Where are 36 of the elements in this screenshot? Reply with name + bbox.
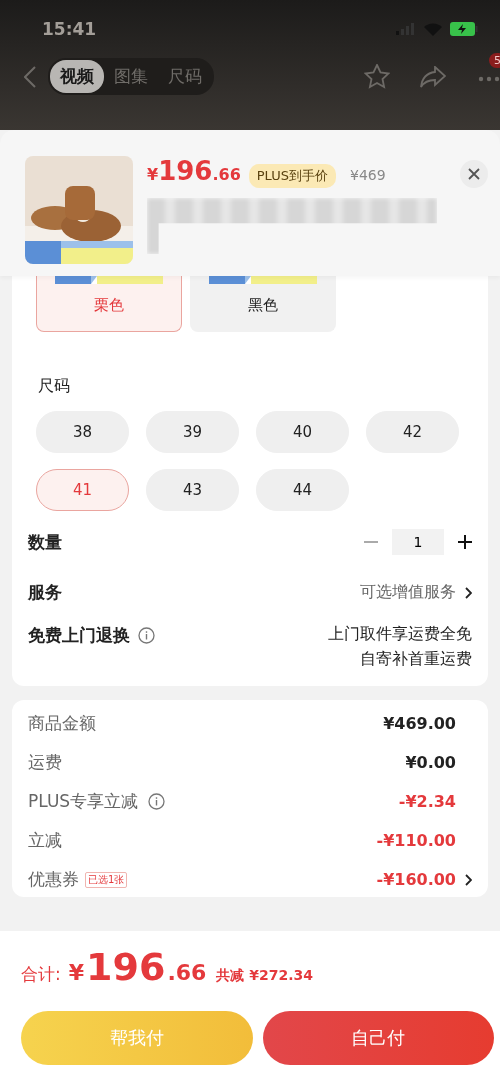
return-label: 免费上门退换	[28, 624, 130, 647]
color-option[interactable]: 黑色	[190, 276, 336, 332]
size-option[interactable]: 40	[256, 411, 349, 453]
return-note: 上门取件享运费全免	[328, 624, 472, 645]
size-option[interactable]: 43	[146, 469, 239, 511]
quantity-label: 数量	[28, 530, 62, 554]
return-note: 自寄补首重运费	[360, 649, 472, 670]
summary-label: 优惠券	[28, 868, 79, 891]
summary-value: -¥110.00	[376, 831, 456, 850]
service-value[interactable]: 可选增值服务	[360, 582, 456, 603]
total-price: 合计: ¥196.66 共减 ¥272.34	[21, 945, 314, 989]
plus-price: ¥196.66	[147, 156, 241, 186]
size-option[interactable]: 42	[366, 411, 459, 453]
size-option[interactable]: 38	[36, 411, 129, 453]
summary-value: -¥160.00	[376, 870, 456, 889]
summary-value: ¥0.00	[405, 753, 456, 772]
media-tab[interactable]: 视频	[50, 60, 104, 93]
section-title: 尺码	[38, 376, 71, 397]
notification-badge: 5	[489, 53, 500, 68]
size-option[interactable]: 39	[146, 411, 239, 453]
summary-label: 商品金额	[28, 712, 96, 735]
original-price: ¥469	[349, 167, 386, 183]
price-tag: PLUS到手价	[248, 164, 336, 188]
summary-value: -¥2.34	[398, 792, 456, 811]
service-label: 服务	[28, 581, 62, 604]
color-option[interactable]: 栗色	[36, 276, 182, 332]
pay-button[interactable]: 自己付	[262, 1011, 494, 1065]
summary-value: ¥469.00	[383, 714, 456, 733]
size-option[interactable]: 41	[36, 469, 129, 511]
status-time: 15:41	[42, 19, 97, 39]
summary-label: PLUS专享立减	[28, 790, 139, 813]
quantity-field[interactable]: 1	[392, 529, 444, 555]
summary-label: 立减	[28, 829, 62, 852]
size-option[interactable]: 44	[256, 469, 349, 511]
coupon-tag: 已选1张	[85, 871, 128, 888]
summary-label: 运费	[28, 751, 62, 774]
